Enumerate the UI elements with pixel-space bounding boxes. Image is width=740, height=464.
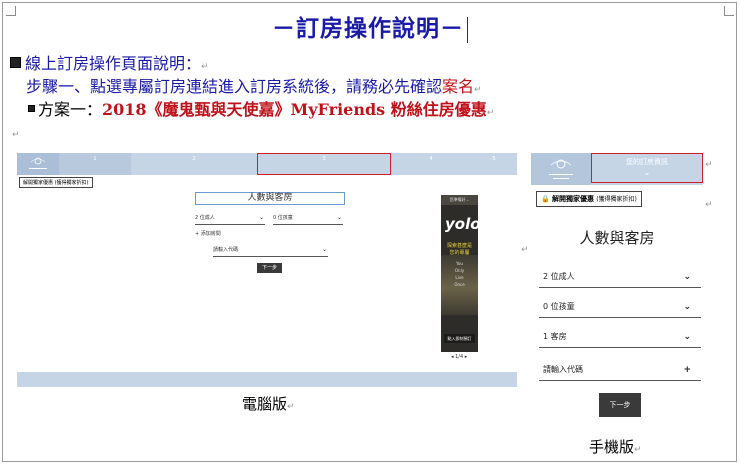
guests-rooms-title: 人數與客房 [579,229,655,247]
hotel-logo [17,153,59,175]
paragraph-mark: ↵ [521,245,529,255]
chevron-down-icon: ⌄ [683,332,691,342]
plus-icon: + [683,365,691,375]
project-name-highlight: 案名 [442,77,475,96]
desktop-caption: 電腦版↵ [242,395,295,413]
ad-tagline: 探索甚麼是 您的專屬 [446,243,472,256]
unlock-offer-button[interactable]: 解開獨家優惠 (獲得獨家折扣) [19,177,93,188]
hotel-logo [531,153,591,185]
nav-step-1[interactable]: 1 [59,153,131,175]
chevron-down-icon: ⌄ [683,272,691,282]
plan-one-line: 方案一：2018《魔鬼甄與天使嘉》MyFriends 粉絲住房優惠↵ [28,96,494,120]
ad-headline: yolo [445,215,478,233]
promo-ad-banner[interactable]: 您準備好... yolo 探索甚麼是 您的專屬 You Only Live On… [441,195,478,352]
paragraph-mark: ↵ [705,200,713,210]
chevron-down-icon: ⌄ [336,214,342,221]
plan-name: 2018《魔鬼甄與天使嘉》MyFriends 粉絲住房優惠 [102,100,487,119]
paragraph-mark: ↵ [705,160,713,170]
nav-step-2[interactable]: 2 [131,153,257,175]
mobile-screenshot: 您的訂房資訊 ⌄ 🔒 解開獨家優惠 (獲得獨家折扣) 人數與客房 2 位成人 ⌄ … [531,153,703,428]
text-cursor [467,17,468,43]
chevron-down-icon: ⌄ [258,214,264,221]
desktop-footer [17,372,517,387]
step-one-text: 步驟一、點選專屬訂房連結進入訂房系統後，請務必先確認案名↵ [26,77,482,96]
square-bullet-icon [10,57,21,68]
chevron-down-icon: ⌄ [683,302,691,312]
ad-top-text: 您準備好... [441,195,478,205]
nav-step-4[interactable]: 4 [391,153,471,175]
add-room-link[interactable]: + 添加房間 [195,230,221,237]
ad-line: Live [455,275,464,280]
mobile-caption: 手機版↵ [589,438,642,456]
ad-line: You [456,261,463,266]
project-name-highlight-box [257,153,391,175]
lock-icon: 🔒 [541,195,550,203]
promo-code-field[interactable]: 請輸入代碼 + [539,361,701,381]
ad-pager[interactable]: ◂ 1/4 ▸ [451,354,467,360]
desktop-screenshot: 1 2 3 4 5 解開獨家優惠 (獲得獨家折扣) 人數與客房 2 位成人 ⌄ 0… [17,153,517,387]
square-bullet-icon [28,105,35,112]
guests-rooms-title: 人數與客房 [195,192,345,205]
paragraph-mark: ↵ [474,85,482,95]
next-step-button[interactable]: 下一步 [257,263,282,273]
paragraph-mark: ↵ [486,108,495,118]
unlock-offer-button[interactable]: 🔒 解開獨家優惠 (獲得獨家折扣) [536,191,642,207]
next-step-button[interactable]: 下一步 [599,393,641,417]
ad-line: Once [454,282,465,287]
ad-cta-button[interactable]: 點入即刻預訂 [444,334,475,343]
doc-title: －訂房操作說明－ [0,9,740,43]
paragraph-mark: ↵ [201,62,209,72]
adults-select[interactable]: 2 位成人 ⌄ [195,214,265,225]
adults-select[interactable]: 2 位成人 ⌄ [539,268,701,288]
project-name-highlight-box [591,153,703,183]
promo-code-field[interactable]: 請輸入代碼 ⌄ [213,246,328,257]
ad-line: Only [454,268,465,273]
chevron-down-icon: ⌄ [321,246,327,253]
nav-step-5[interactable]: 5 [471,153,517,175]
rooms-select[interactable]: 1 客房 ⌄ [539,328,701,348]
children-select[interactable]: 0 位孩童 ⌄ [539,298,701,318]
section-heading: 線上訂房操作頁面說明：↵ [10,50,209,74]
paragraph-mark: ↵ [12,130,20,140]
children-select[interactable]: 0 位孩童 ⌄ [273,214,343,225]
